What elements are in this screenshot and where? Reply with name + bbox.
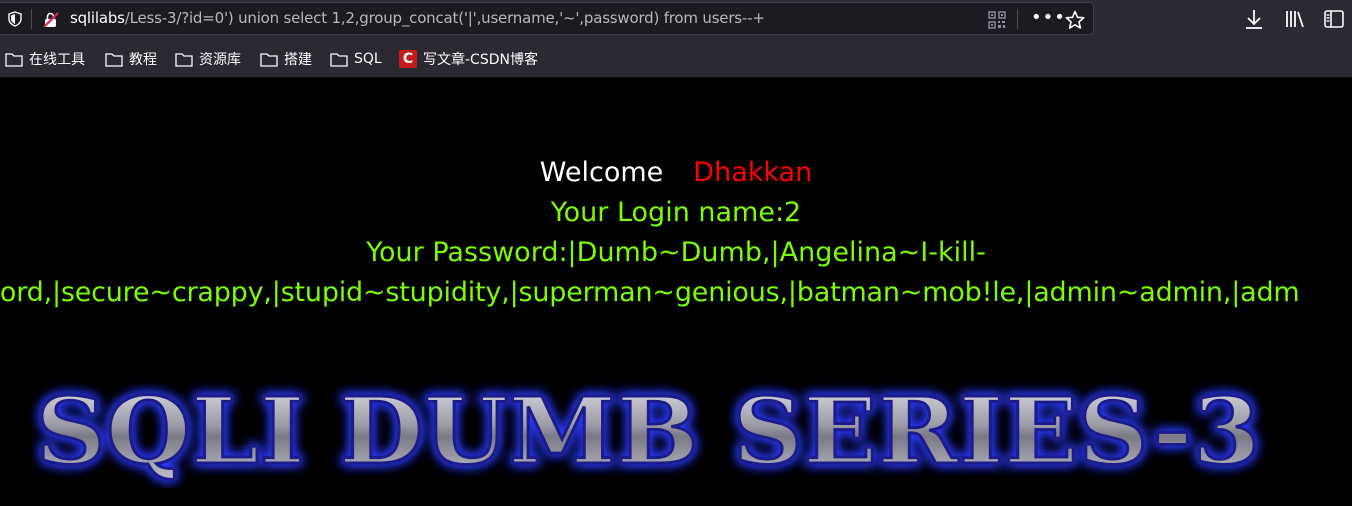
bookmark-label: SQL <box>354 51 382 67</box>
password-line-1: Your Password:|Dumb~Dumb,|Angelina~I-kil… <box>366 237 986 268</box>
bookmark-folder-sql[interactable]: SQL <box>330 49 382 69</box>
csdn-icon: C <box>399 50 417 68</box>
password-line-2: word,|secure~crappy,|stupid~stupidity,|s… <box>0 277 1300 308</box>
folder-icon <box>330 53 348 67</box>
bookmark-label: 搭建 <box>284 52 312 68</box>
folder-icon <box>5 53 23 67</box>
bookmark-csdn-write[interactable]: C 写文章-CSDN博客 <box>399 49 538 69</box>
welcome-label: Welcome <box>539 157 664 188</box>
folder-icon <box>260 53 278 67</box>
sqli-dumb-series-banner: SQLI DUMB SERIES-3 <box>34 378 1262 487</box>
url-text[interactable]: sqlilabs/Less-3/?id=0') union select 1,2… <box>70 3 765 34</box>
welcome-name: Dhakkan <box>693 157 813 188</box>
bookmark-label: 在线工具 <box>29 52 85 68</box>
folder-icon <box>175 53 193 67</box>
address-bar[interactable]: sqlilabs/Less-3/?id=0') union select 1,2… <box>0 2 1094 35</box>
browser-toolbar: sqlilabs/Less-3/?id=0') union select 1,2… <box>0 0 1352 38</box>
bookmark-label: 写文章-CSDN博客 <box>423 52 538 68</box>
login-name-line: Your Login name:2 <box>550 197 802 228</box>
address-separator <box>31 9 32 29</box>
download-icon[interactable] <box>1243 8 1265 30</box>
sidebar-icon[interactable] <box>1323 8 1345 30</box>
bookmarks-toolbar: 在线工具 教程 资源库 搭建 SQL C 写文章-CSDN博客 <box>0 38 1352 78</box>
qr-code-icon[interactable] <box>988 11 1006 29</box>
bookmark-star-icon[interactable] <box>1064 9 1086 31</box>
bookmark-label: 教程 <box>129 52 157 68</box>
url-host: sqlilabs <box>70 9 125 27</box>
url-path: /Less-3/?id=0') union select 1,2,group_c… <box>124 9 765 27</box>
insecure-lock-icon[interactable] <box>42 11 60 29</box>
banner-text: SQLI DUMB SERIES-3 <box>36 378 1261 485</box>
page-content: Welcome Dhakkan Your Login name:2 Your Pa… <box>0 78 1352 506</box>
tracking-shield-icon[interactable] <box>7 11 23 27</box>
page-actions-menu-button[interactable]: ••• <box>1031 8 1065 30</box>
page-actions-separator <box>1017 9 1018 29</box>
library-icon[interactable] <box>1284 8 1306 30</box>
bookmark-folder-build[interactable]: 搭建 <box>260 49 312 69</box>
bookmark-label: 资源库 <box>199 52 241 68</box>
bookmark-folder-tutorials[interactable]: 教程 <box>105 49 157 69</box>
welcome-line: Welcome Dhakkan <box>0 157 1352 188</box>
bookmark-folder-tools[interactable]: 在线工具 <box>5 49 85 69</box>
folder-icon <box>105 53 123 67</box>
bookmark-folder-resources[interactable]: 资源库 <box>175 49 241 69</box>
